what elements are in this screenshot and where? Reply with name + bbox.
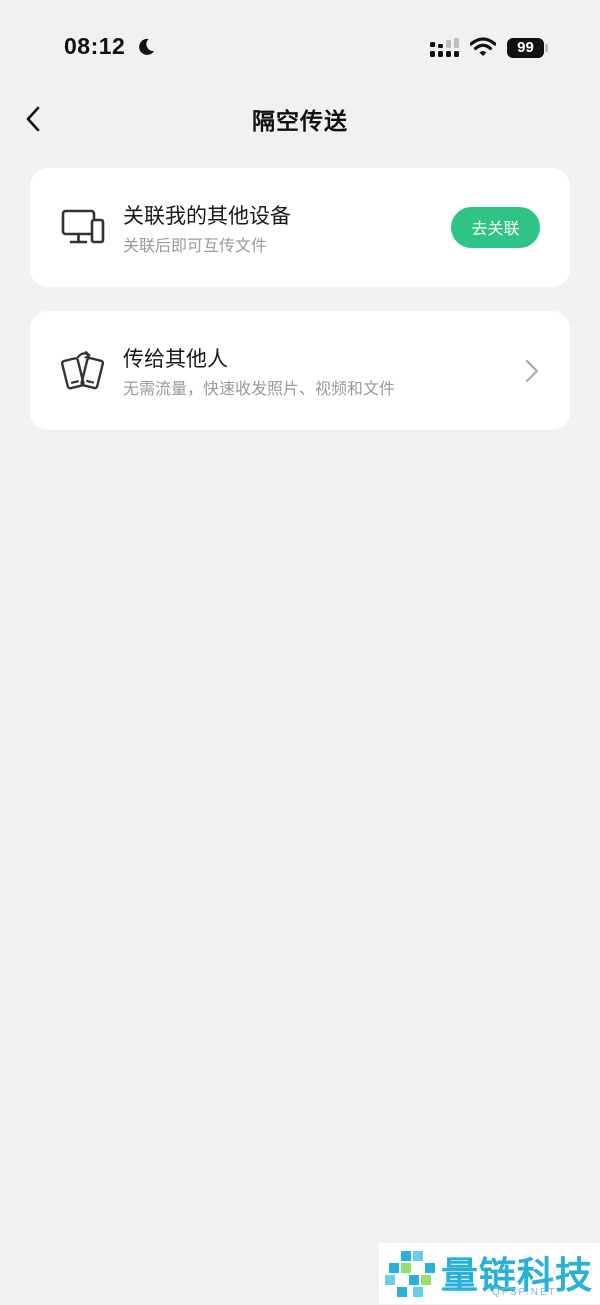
chevron-right-icon <box>524 359 540 387</box>
status-time: 08:12 <box>64 33 126 59</box>
wifi-icon <box>469 37 497 61</box>
card-subtitle: 无需流量，快速收发照片、视频和文件 <box>123 379 396 398</box>
watermark-subtext: QFSP.NET <box>492 1287 557 1298</box>
page-title: 隔空传送 <box>252 109 348 135</box>
watermark: 量链科技 QFSP.NET <box>379 1243 600 1304</box>
status-bar: 08:12 99 <box>0 0 600 96</box>
battery-icon: 99 <box>507 38 544 58</box>
link-device-button[interactable]: 去关联 <box>451 207 540 248</box>
signal-icon <box>430 38 462 62</box>
moon-icon <box>136 37 156 61</box>
card-title: 关联我的其他设备 <box>123 204 291 228</box>
devices-icon <box>60 206 106 252</box>
link-devices-card[interactable]: 关联我的其他设备 关联后即可互传文件 去关联 <box>30 168 570 287</box>
battery-tip <box>545 44 548 52</box>
card-subtitle: 关联后即可互传文件 <box>123 236 268 255</box>
watermark-logo <box>383 1249 437 1305</box>
card-title: 传给其他人 <box>123 347 228 371</box>
send-to-others-card[interactable]: 传给其他人 无需流量，快速收发照片、视频和文件 <box>30 311 570 430</box>
phones-transfer-icon <box>60 349 106 395</box>
